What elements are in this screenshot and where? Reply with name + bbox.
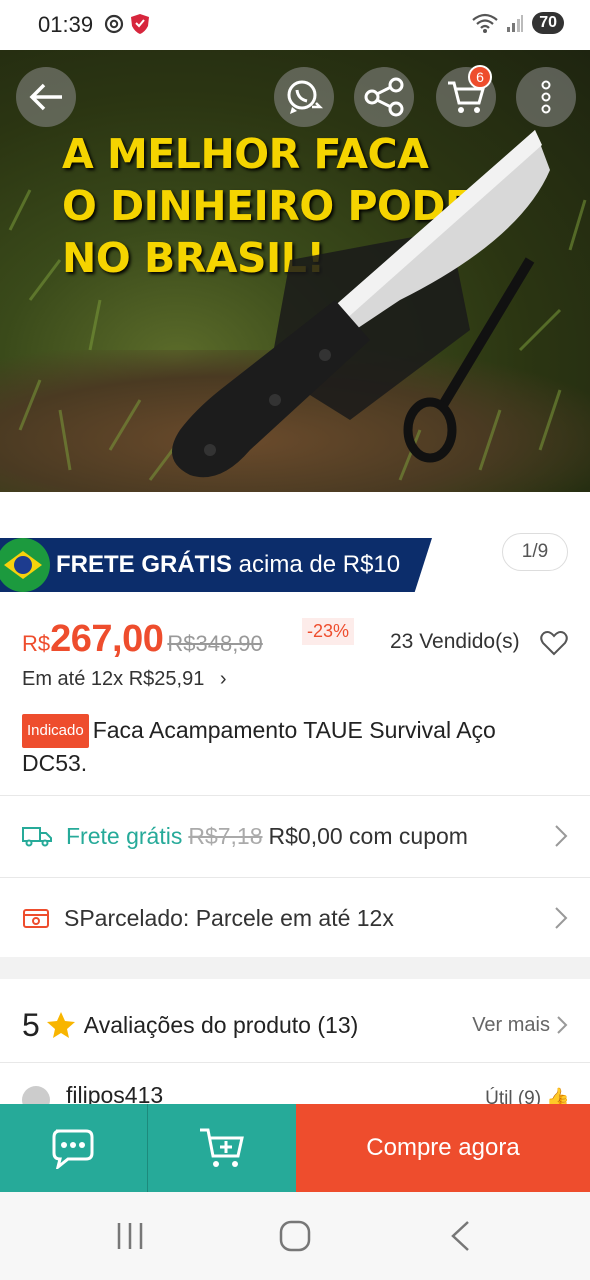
shipping-row[interactable]: Frete grátis R$7,18 R$0,00 com cupom: [22, 806, 570, 866]
product-title-text: Faca Acampamento TAUE Survival Aço DC53.: [22, 717, 496, 776]
recommended-tag: Indicado: [22, 714, 89, 748]
divider: [0, 795, 590, 796]
truck-icon: [22, 827, 52, 847]
shield-icon: [131, 14, 149, 34]
section-gap: [0, 957, 590, 979]
recent-apps-icon[interactable]: [115, 1220, 145, 1252]
status-bar: 01:39 70: [0, 0, 590, 50]
rating-value: 5: [22, 1006, 40, 1043]
installments-value: 12x R$25,91: [90, 668, 205, 690]
threads-icon: [104, 14, 124, 34]
installment-plan-label: SParcelado: Parcele em até 12x: [64, 904, 394, 931]
knife-illustration: [172, 130, 550, 478]
shipping-original-price: R$7,18: [188, 822, 263, 849]
more-options-button[interactable]: [516, 67, 576, 127]
free-shipping-banner-text: FRETE GRÁTIS acima de R$10: [56, 551, 401, 578]
reviews-header[interactable]: 5 Avaliações do produto (13) Ver mais: [22, 995, 570, 1055]
shipping-coupon-price: R$0,00 com cupom: [268, 822, 468, 849]
share-icon: [364, 77, 404, 117]
back-nav-icon[interactable]: [448, 1220, 472, 1252]
discount-badge: -23%: [302, 618, 355, 645]
chat-icon: [52, 1129, 93, 1169]
add-to-cart-icon: [200, 1128, 244, 1167]
chat-button[interactable]: [0, 1104, 147, 1192]
wifi-icon: [472, 13, 498, 33]
product-title: Indicado Faca Acampamento TAUE Survival A…: [22, 714, 562, 778]
bottom-action-bar: Compre agora: [0, 1104, 590, 1192]
favorite-heart-icon[interactable]: [540, 630, 568, 656]
status-notification-icons: [104, 13, 150, 35]
reviews-title: Avaliações do produto (13): [83, 1011, 359, 1038]
whatsapp-share-button[interactable]: [274, 67, 334, 127]
buy-now-button[interactable]: Compre agora: [296, 1104, 590, 1192]
installments-prefix: Em até: [22, 668, 91, 690]
system-navigation-bar: [0, 1192, 590, 1280]
installments-chevron-icon: ›: [219, 668, 227, 690]
add-to-cart-button[interactable]: [148, 1104, 296, 1192]
price-currency: R$: [22, 631, 51, 656]
whatsapp-icon: [287, 80, 324, 114]
chevron-right-icon: [555, 825, 568, 847]
cart-count-badge: 6: [468, 65, 492, 89]
price-row: R$ 267,00 R$348,90: [22, 618, 263, 661]
more-vertical-icon: [541, 80, 551, 114]
brazil-flag-icon: [0, 538, 50, 592]
star-icon: [46, 1012, 75, 1038]
share-button[interactable]: [354, 67, 414, 127]
original-price: R$348,90: [167, 631, 263, 656]
chevron-right-icon: [557, 1016, 568, 1034]
installments-link[interactable]: Em até 12x R$25,91 ›: [22, 668, 227, 691]
current-price: 267,00: [50, 618, 164, 660]
status-time: 01:39: [38, 12, 94, 37]
battery-indicator: 70: [532, 12, 564, 34]
divider: [0, 1062, 590, 1063]
home-icon[interactable]: [279, 1220, 311, 1252]
sold-count: 23 Vendido(s): [390, 630, 520, 653]
signal-icon: [507, 15, 524, 32]
ticket-icon: [23, 909, 49, 928]
installment-plan-row[interactable]: SParcelado: Parcele em até 12x: [22, 888, 570, 948]
cart-button[interactable]: 6: [436, 65, 496, 127]
free-shipping-banner: FRETE GRÁTIS acima de R$10: [0, 538, 432, 592]
see-more-link[interactable]: Ver mais: [472, 1014, 550, 1037]
chevron-right-icon: [555, 907, 568, 929]
back-button[interactable]: [16, 67, 76, 127]
status-right-icons: 70: [472, 12, 564, 34]
free-shipping-label: Frete grátis: [66, 822, 183, 849]
divider: [0, 877, 590, 878]
image-pager: 1/9: [502, 533, 568, 571]
arrow-left-icon: [29, 83, 62, 111]
